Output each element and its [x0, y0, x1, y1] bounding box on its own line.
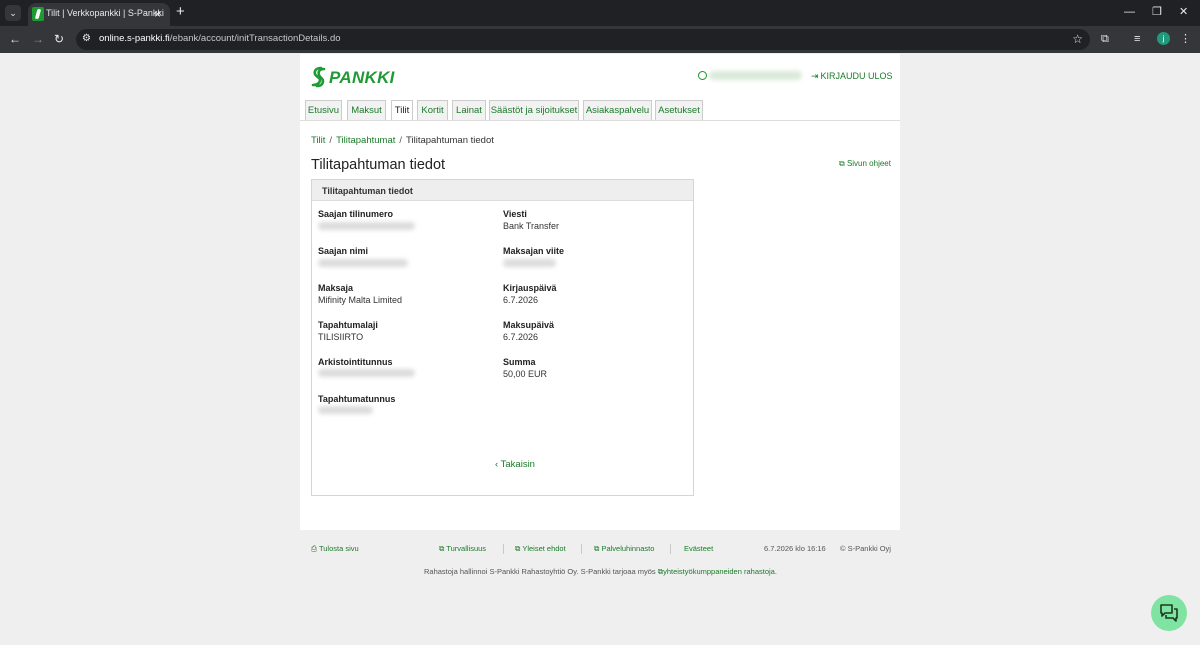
tab-tilit[interactable]: Tilit: [391, 100, 413, 121]
footer-copyright: © S-Pankki Oyj: [840, 544, 891, 553]
new-tab-button[interactable]: +: [176, 4, 185, 20]
bookmark-star-icon[interactable]: ☆: [1072, 32, 1083, 46]
page-title: Tilitapahtuman tiedot: [311, 157, 446, 173]
footer-link-pricing[interactable]: ⧉ Palveluhinnasto: [594, 544, 654, 554]
booking-date-value: 6.7.2026: [503, 295, 539, 305]
tab-asetukset[interactable]: Asetukset: [655, 100, 703, 120]
footer-link-label: Yleiset ehdot: [522, 544, 566, 553]
restore-icon[interactable]: ❐: [1152, 5, 1162, 19]
footer-link-security[interactable]: ⧉ Turvallisuus: [439, 544, 486, 554]
page-help-link[interactable]: ⧉ Sivun ohjeet: [839, 159, 891, 169]
recipient-name-redacted: [318, 259, 408, 267]
reload-icon[interactable]: ↻: [54, 32, 64, 46]
extensions-icon[interactable]: ⧉: [1101, 32, 1109, 46]
url-text: online.s-pankki.fi/ebank/account/initTra…: [99, 33, 341, 44]
transaction-type-value: TILISIIRTO: [318, 332, 364, 342]
breadcrumb-separator: /: [329, 135, 333, 146]
transaction-id-label: Tapahtumatunnus: [318, 394, 396, 404]
browser-tab-bar: ⌄ Tilit | Verkkopankki | S-Pankki × + — …: [0, 0, 1200, 26]
breadcrumb: Tilit / Tilitapahtumat / Tilitapahtuman tied…: [311, 135, 494, 146]
partner-funds-link[interactable]: ⧉yhteistyökumppaneiden rahastoja.: [658, 567, 777, 576]
footer-link-terms[interactable]: ⧉ Yleiset ehdot: [515, 544, 566, 554]
payer-value: Mifinity Malta Limited: [318, 295, 403, 305]
transaction-details-panel: Tilitapahtuman tiedot Saajan tilinumero …: [311, 179, 694, 496]
back-link[interactable]: ‹ Takaisin: [495, 459, 535, 470]
panel-header: Tilitapahtuman tiedot: [312, 180, 693, 201]
panel-title: Tilitapahtuman tiedot: [322, 186, 413, 196]
amount-label: Summa: [503, 357, 536, 367]
payment-date-value: 6.7.2026: [503, 332, 539, 342]
bank-page: PANKKI ⇥ KIRJAUDU ULOS Etusivu Maksut Til…: [300, 54, 900, 530]
user-icon: [698, 71, 707, 80]
print-label: Tulosta sivu: [318, 544, 359, 553]
archive-id-label: Arkistointitunnus: [318, 357, 393, 367]
recipient-account-redacted: [318, 222, 415, 230]
recipient-name-label: Saajan nimi: [318, 246, 369, 256]
transaction-id-redacted: [318, 406, 373, 414]
tab-maksut[interactable]: Maksut: [347, 100, 386, 120]
message-value: Bank Transfer: [503, 221, 560, 231]
breadcrumb-tilit[interactable]: Tilit: [311, 135, 325, 146]
archive-id-redacted: [318, 369, 415, 377]
site-info-icon[interactable]: ⚙: [82, 33, 91, 44]
forward-arrow-icon[interactable]: →: [32, 32, 44, 46]
recipient-account-label: Saajan tilinumero: [318, 209, 394, 219]
tab-saastot[interactable]: Säästöt ja sijoitukset: [489, 100, 579, 120]
breadcrumb-separator: /: [399, 135, 403, 146]
booking-date-label: Kirjauspäivä: [503, 283, 557, 293]
logout-icon: ⇥: [811, 71, 819, 81]
tab-asiakaspalvelu[interactable]: Asiakaspalvelu: [583, 100, 652, 120]
window-close-icon[interactable]: ✕: [1179, 5, 1188, 19]
back-arrow-icon[interactable]: ←: [9, 32, 21, 46]
breadcrumb-tilitapahtumat[interactable]: Tilitapahtumat: [336, 135, 395, 146]
address-bar[interactable]: ⚙ online.s-pankki.fi/ebank/account/initT…: [76, 29, 1090, 50]
tab-etusivu[interactable]: Etusivu: [305, 100, 342, 120]
s-logo-icon: [311, 66, 326, 88]
payment-date-label: Maksupäivä: [503, 320, 555, 330]
s-pankki-favicon-icon: [32, 7, 44, 21]
payer-label: Maksaja: [318, 283, 354, 293]
footer-note: Rahastoja hallinnoi S-Pankki Rahastoyhti…: [424, 567, 777, 577]
url-path: /ebank/account/initTransactionDetails.do: [169, 33, 341, 44]
browser-tab[interactable]: Tilit | Verkkopankki | S-Pankki ×: [28, 3, 170, 26]
external-link-icon: ⧉: [839, 159, 847, 168]
tab-lainat[interactable]: Lainat: [452, 100, 486, 120]
breadcrumb-current: Tilitapahtuman tiedot: [406, 135, 494, 146]
transaction-type-label: Tapahtumalaji: [318, 320, 378, 330]
footer-separator: [503, 544, 504, 554]
browser-toolbar: ← → ↻ ⚙ online.s-pankki.fi/ebank/account…: [0, 26, 1200, 53]
payer-reference-redacted: [503, 259, 556, 267]
url-host: online.s-pankki.fi: [99, 33, 170, 44]
logo-text: PANKKI: [329, 68, 395, 87]
chat-button[interactable]: [1151, 595, 1187, 631]
back-label: Takaisin: [500, 459, 535, 470]
reading-list-icon[interactable]: ≡: [1134, 32, 1140, 46]
footer-link-label: Palveluhinnasto: [601, 544, 655, 553]
amount-value: 50,00 EUR: [503, 369, 548, 379]
profile-avatar[interactable]: j: [1157, 32, 1170, 45]
logout-link[interactable]: ⇥ KIRJAUDU ULOS: [811, 71, 893, 82]
printer-icon: ⎙: [311, 544, 319, 553]
message-label: Viesti: [503, 209, 527, 219]
tab-title: Tilit | Verkkopankki | S-Pankki: [46, 8, 164, 18]
browser-menu-icon[interactable]: ⋮: [1180, 32, 1191, 46]
logout-label: KIRJAUDU ULOS: [820, 71, 893, 81]
chat-bubbles-icon: [1160, 604, 1178, 622]
partner-funds-label: yhteistyökumppaneiden rahastoja.: [663, 567, 777, 576]
tab-kortit[interactable]: Kortit: [417, 100, 448, 120]
minimize-icon[interactable]: —: [1124, 5, 1135, 19]
tab-search-button[interactable]: ⌄: [5, 5, 21, 21]
footer-link-cookies[interactable]: Evästeet: [684, 544, 713, 553]
footer-timestamp: 6.7.2026 klo 16:16: [764, 544, 826, 553]
print-page-link[interactable]: ⎙ Tulosta sivu: [311, 544, 359, 554]
payer-reference-label: Maksajan viite: [503, 246, 565, 256]
footer-note-text: Rahastoja hallinnoi S-Pankki Rahastoyhti…: [424, 567, 656, 576]
help-label: Sivun ohjeet: [846, 159, 891, 168]
footer-separator: [581, 544, 582, 554]
footer-link-label: Turvallisuus: [446, 544, 487, 553]
username-redacted: [709, 71, 802, 80]
tab-close-icon[interactable]: ×: [154, 7, 161, 21]
footer-separator: [670, 544, 671, 554]
tabs-divider: [300, 120, 900, 121]
